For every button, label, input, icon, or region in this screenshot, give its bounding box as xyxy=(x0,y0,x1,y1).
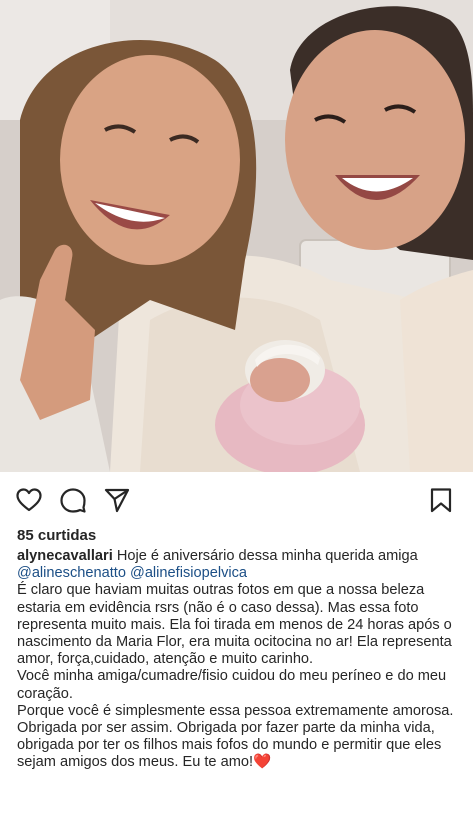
comment-bubble-icon xyxy=(60,488,86,513)
heart-outline-icon xyxy=(16,488,42,512)
photo-illustration xyxy=(0,0,473,472)
caption-paragraph: É claro que haviam muitas outras fotos e… xyxy=(17,582,452,668)
likes-count[interactable]: 85 curtidas xyxy=(17,527,96,544)
mention-link[interactable]: @alinefisiopelvica xyxy=(130,565,247,581)
post-caption: alynecavallari Hoje é aniversário dessa … xyxy=(17,548,465,772)
bookmark-icon xyxy=(430,488,452,513)
red-heart-emoji: ❤️ xyxy=(253,754,272,771)
save-button[interactable] xyxy=(427,486,455,514)
post-action-bar xyxy=(0,484,473,516)
caption-closing-text: Porque você é simplesmente essa pessoa e… xyxy=(17,702,454,771)
caption-intro: Hoje é aniversário dessa minha querida a… xyxy=(116,548,418,564)
post-photo[interactable] xyxy=(0,0,473,472)
caption-username[interactable]: alynecavallari xyxy=(17,548,113,564)
caption-first-paragraph: alynecavallari Hoje é aniversário dessa … xyxy=(17,548,465,582)
paper-plane-icon xyxy=(104,488,130,513)
mention-link[interactable]: @alineschenatto xyxy=(17,565,126,581)
comment-button[interactable] xyxy=(59,486,87,514)
caption-paragraph: Você minha amiga/cumadre/fisio cuidou do… xyxy=(17,668,447,702)
instagram-post: 85 curtidas alynecavallari Hoje é aniver… xyxy=(0,0,473,827)
like-button[interactable] xyxy=(15,486,43,514)
caption-paragraph: Porque você é simplesmente essa pessoa e… xyxy=(17,703,465,772)
share-button[interactable] xyxy=(103,486,131,514)
